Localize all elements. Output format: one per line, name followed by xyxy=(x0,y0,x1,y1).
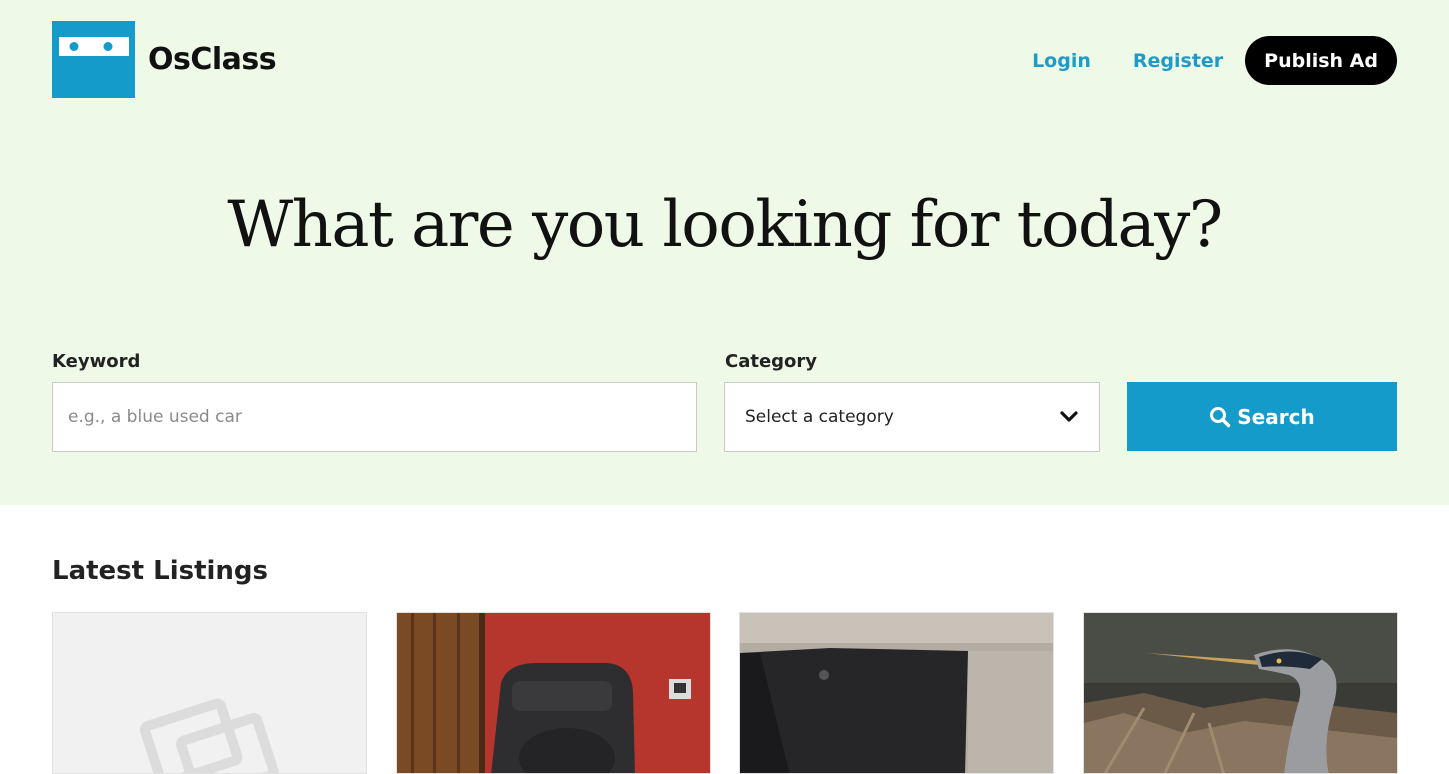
listing-photo xyxy=(1084,613,1397,773)
category-selected-value: Select a category xyxy=(745,407,894,427)
chevron-down-icon xyxy=(1060,411,1078,422)
latest-listings-title: Latest Listings xyxy=(52,556,269,586)
logo-icon xyxy=(52,21,135,98)
hero-section: OsClass Login Register Publish Ad What a… xyxy=(0,0,1449,505)
listing-photo xyxy=(740,613,1053,773)
category-select[interactable]: Select a category xyxy=(724,382,1100,452)
image-placeholder-icon xyxy=(53,613,366,773)
listing-card[interactable] xyxy=(739,612,1054,774)
category-label: Category xyxy=(725,351,818,372)
listing-card[interactable] xyxy=(396,612,711,774)
listing-card[interactable] xyxy=(52,612,367,774)
register-link[interactable]: Register xyxy=(1133,50,1223,72)
hero-headline: What are you looking for today? xyxy=(227,188,1223,262)
publish-ad-button[interactable]: Publish Ad xyxy=(1245,36,1397,85)
logo[interactable]: OsClass xyxy=(52,21,277,98)
top-nav: Login Register Publish Ad xyxy=(1032,36,1397,85)
search-button[interactable]: Search xyxy=(1127,382,1397,451)
keyword-label: Keyword xyxy=(52,351,141,372)
login-link[interactable]: Login xyxy=(1032,50,1091,72)
listing-photo xyxy=(397,613,710,773)
search-icon xyxy=(1210,406,1231,427)
keyword-input[interactable] xyxy=(52,382,697,452)
listing-card[interactable] xyxy=(1083,612,1398,774)
brand-name: OsClass xyxy=(148,42,277,77)
search-button-label: Search xyxy=(1237,404,1315,429)
